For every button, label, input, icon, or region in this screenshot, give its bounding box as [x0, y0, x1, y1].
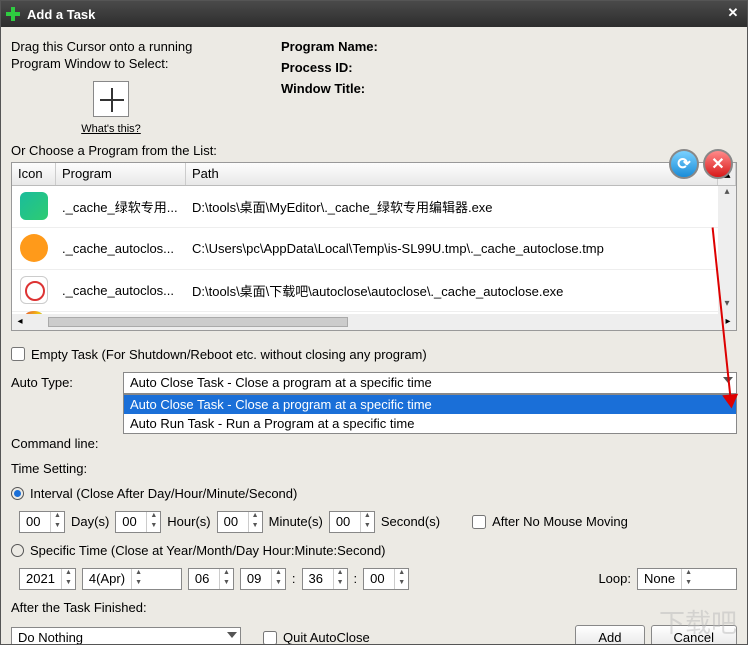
- program-name-cell: ._cache_autoclos...: [56, 241, 186, 256]
- loop-label: Loop:: [598, 571, 631, 586]
- chevron-down-icon[interactable]: [723, 377, 733, 383]
- window-title-label: Window Title:: [281, 81, 378, 96]
- chevron-down-icon[interactable]: [227, 632, 237, 638]
- add-task-window: Add a Task ✕ Drag this Cursor onto a run…: [0, 0, 748, 645]
- after-finish-label: After the Task Finished:: [11, 600, 147, 615]
- whats-this-link[interactable]: What's this?: [81, 123, 141, 135]
- window-title: Add a Task: [27, 7, 723, 22]
- empty-task-label: Empty Task (For Shutdown/Reboot etc. wit…: [31, 347, 427, 362]
- day-of-month-spinner[interactable]: 06▲▼: [188, 568, 234, 590]
- auto-type-dropdown[interactable]: Auto Close Task - Close a program at a s…: [123, 372, 737, 394]
- horizontal-scrollbar[interactable]: ◂ ▸: [12, 314, 736, 330]
- after-no-mouse-label: After No Mouse Moving: [492, 514, 628, 529]
- command-line-label: Command line:: [11, 436, 117, 451]
- day-spinner[interactable]: 00▲▼: [19, 511, 65, 533]
- choose-program-label: Or Choose a Program from the List:: [11, 143, 737, 158]
- minute-spinner[interactable]: 00▲▼: [217, 511, 263, 533]
- close-icon[interactable]: ✕: [723, 5, 743, 23]
- col-icon[interactable]: Icon: [12, 163, 56, 185]
- program-icon: [20, 192, 48, 220]
- second-of-minute-spinner[interactable]: 00▲▼: [363, 568, 409, 590]
- interval-radio[interactable]: [11, 487, 24, 500]
- minute-of-hour-spinner[interactable]: 36▲▼: [302, 568, 348, 590]
- crosshair-icon[interactable]: [93, 81, 129, 117]
- quit-autoclose-checkbox[interactable]: [263, 631, 277, 645]
- auto-type-option[interactable]: Auto Run Task - Run a Program at a speci…: [124, 414, 736, 433]
- month-spinner[interactable]: 4(Apr)▲▼: [82, 568, 182, 590]
- hour-spinner[interactable]: 00▲▼: [115, 511, 161, 533]
- table-row[interactable]: ._cache_autoclos...C:\Users\pc\AppData\L…: [12, 228, 736, 270]
- refresh-icon[interactable]: ⟳: [669, 149, 699, 179]
- program-icon: [24, 311, 44, 314]
- quit-autoclose-label: Quit AutoClose: [283, 630, 370, 645]
- time-setting-label: Time Setting:: [11, 461, 87, 476]
- empty-task-checkbox[interactable]: [11, 347, 25, 361]
- process-id-label: Process ID:: [281, 60, 378, 75]
- program-name-label: Program Name:: [281, 39, 378, 54]
- auto-type-options: Auto Close Task - Close a program at a s…: [123, 394, 737, 434]
- second-spinner[interactable]: 00▲▼: [329, 511, 375, 533]
- titlebar: Add a Task ✕: [1, 1, 747, 27]
- program-name-cell: ._cache_绿软专用...: [56, 197, 186, 216]
- cancel-button[interactable]: Cancel: [651, 625, 737, 645]
- table-row[interactable]: ._cache_autoclos...D:\tools\桌面\下载吧\autoc…: [12, 270, 736, 312]
- after-no-mouse-checkbox[interactable]: [472, 515, 486, 529]
- table-row[interactable]: ._cache_绿软专用...D:\tools\桌面\MyEditor\._ca…: [12, 186, 736, 228]
- program-icon: [20, 276, 48, 304]
- drag-instruction: Drag this Cursor onto a running Program …: [11, 39, 251, 73]
- vertical-scrollbar[interactable]: ▴▾: [718, 186, 736, 314]
- program-path-cell: D:\tools\桌面\MyEditor\._cache_绿软专用编辑器.exe: [186, 197, 736, 216]
- loop-dropdown[interactable]: None▲▼: [637, 568, 737, 590]
- col-path[interactable]: Path: [186, 163, 718, 185]
- add-button[interactable]: Add: [575, 625, 644, 645]
- auto-type-option[interactable]: Auto Close Task - Close a program at a s…: [124, 395, 736, 414]
- delete-icon[interactable]: ✕: [703, 149, 733, 179]
- program-path-cell: C:\Users\pc\AppData\Local\Temp\is-SL99U.…: [186, 241, 736, 256]
- app-plus-icon: [5, 6, 21, 22]
- col-program[interactable]: Program: [56, 163, 186, 185]
- hour-of-day-spinner[interactable]: 09▲▼: [240, 568, 286, 590]
- year-spinner[interactable]: 2021▲▼: [19, 568, 76, 590]
- program-icon: [20, 234, 48, 262]
- interval-label: Interval (Close After Day/Hour/Minute/Se…: [30, 486, 297, 501]
- specific-time-label: Specific Time (Close at Year/Month/Day H…: [30, 543, 386, 558]
- program-table: Icon Program Path ▴ ._cache_绿软专用...D:\to…: [11, 162, 737, 331]
- program-name-cell: ._cache_autoclos...: [56, 283, 186, 298]
- specific-time-radio[interactable]: [11, 544, 24, 557]
- auto-type-label: Auto Type:: [11, 375, 117, 390]
- program-path-cell: D:\tools\桌面\下载吧\autoclose\autoclose\._ca…: [186, 281, 736, 300]
- after-finish-dropdown[interactable]: Do Nothing: [11, 627, 241, 645]
